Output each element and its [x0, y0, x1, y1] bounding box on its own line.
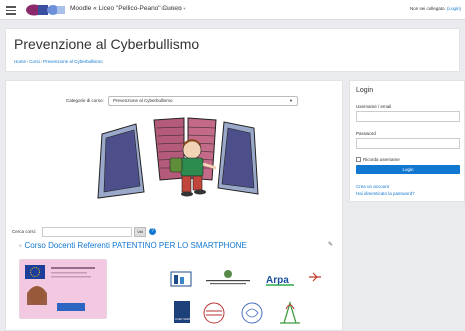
- course-search-input[interactable]: [42, 227, 132, 237]
- course-info-icon: ♆: [18, 244, 23, 250]
- settings-icon[interactable]: ✎: [328, 241, 333, 248]
- partner-logos: Arpa LICEO SCIENTIFICO G. PEANO: [170, 270, 321, 324]
- course-search-label: Cerca corsi:: [12, 229, 37, 234]
- category-select[interactable]: Prevenzione al Cyberbullismo ▼: [108, 96, 298, 106]
- language-menu[interactable]: Italiano (it) ▾: [161, 6, 186, 12]
- course-search-row: Cerca corsi: Vai ?: [6, 227, 344, 237]
- login-block: Login Username / email Password Ricorda …: [349, 80, 465, 202]
- login-block-title: Login: [356, 87, 374, 94]
- course-title-text: Corso Docenti Referenti PATENTINO PER LO…: [24, 241, 247, 250]
- language-label: Italiano (it): [161, 6, 183, 11]
- category-row: Categorie di corso: Prevenzione al Cyber…: [6, 96, 344, 106]
- create-account-link[interactable]: Crea un account: [356, 184, 389, 189]
- course-title-link[interactable]: ♆ Corso Docenti Referenti PATENTINO PER L…: [18, 241, 247, 250]
- category-label: Categorie di corso:: [66, 98, 104, 103]
- login-link[interactable]: (Login): [447, 6, 461, 11]
- chevron-down-icon: ▾: [183, 6, 186, 11]
- remember-username-checkbox[interactable]: Ricorda username: [356, 157, 400, 163]
- hamburger-menu-icon[interactable]: [6, 4, 16, 16]
- login-status: Non sei collegato. (Login): [410, 6, 461, 11]
- password-label: Password: [356, 131, 376, 136]
- login-button[interactable]: Login: [356, 165, 460, 174]
- page-title: Prevenzione al Cyberbullismo: [14, 36, 200, 52]
- username-input[interactable]: [356, 111, 460, 122]
- course-search-button[interactable]: Vai: [134, 227, 146, 237]
- top-navbar: Moodle « Liceo "Pellico-Peano" Cuneo Ita…: [0, 0, 465, 20]
- category-select-value: Prevenzione al Cyberbullismo: [113, 98, 173, 103]
- help-icon[interactable]: ?: [149, 228, 156, 235]
- site-logo[interactable]: [26, 4, 66, 16]
- remember-username-label: Ricorda username: [363, 157, 400, 162]
- main-region: Categorie di corso: Prevenzione al Cyber…: [5, 80, 343, 331]
- forgot-password-link[interactable]: Hai dimenticato la password?: [356, 191, 415, 196]
- breadcrumb: Home/Corsi/Prevenzione al Cyberbullismo: [14, 59, 103, 64]
- breadcrumb-current[interactable]: Prevenzione al Cyberbullismo: [43, 59, 103, 64]
- checkbox-icon: [356, 157, 361, 163]
- username-label: Username / email: [356, 104, 392, 109]
- login-status-text: Non sei collegato.: [409, 6, 446, 11]
- cyberbullying-illustration: [97, 117, 259, 199]
- password-input[interactable]: [356, 138, 460, 149]
- course-card-image: [19, 259, 107, 319]
- chevron-down-icon: ▼: [289, 98, 293, 103]
- page-header: Prevenzione al Cyberbullismo Home/Corsi/…: [5, 28, 460, 72]
- breadcrumb-courses[interactable]: Corsi: [29, 59, 40, 64]
- breadcrumb-home[interactable]: Home: [14, 59, 26, 64]
